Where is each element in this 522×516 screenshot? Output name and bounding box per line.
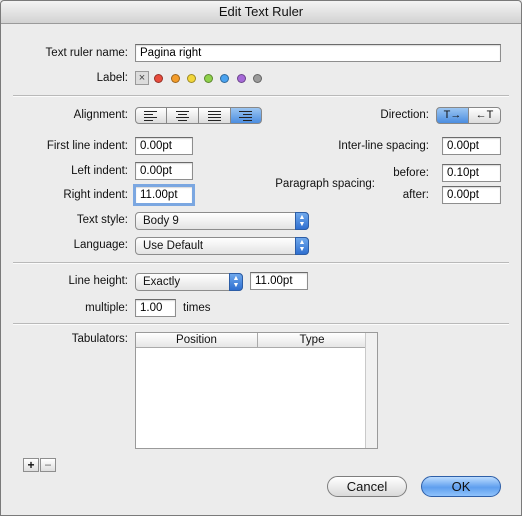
direction-rtl-button[interactable]: ←T [468,107,501,124]
spacing-after-field[interactable] [442,186,501,204]
align-right-button[interactable] [230,107,262,124]
align-left-button[interactable] [135,107,167,124]
align-center-icon [175,111,189,123]
label-color-dot[interactable] [253,74,262,83]
multiple-field[interactable] [135,299,176,317]
align-center-button[interactable] [166,107,199,124]
alignment-label: Alignment: [73,109,128,121]
window-title: Edit Text Ruler [1,1,521,24]
times-label: times [183,302,211,314]
divider [13,323,509,325]
table-header: Position Type [136,333,367,348]
align-justify-icon [207,111,221,123]
label-color-dot[interactable] [154,74,163,83]
language-label: Language: [73,239,128,251]
inter-line-spacing-label: Inter-line spacing: [338,140,429,152]
align-justify-button[interactable] [198,107,231,124]
multiple-label: multiple: [85,302,128,314]
no-label-icon[interactable]: × [135,71,149,85]
line-height-mode-popup[interactable]: Exactly ▲ ▼ [135,273,243,291]
popup-arrows-icon: ▲ ▼ [295,212,309,230]
divider [13,262,509,264]
label-color-dot[interactable] [220,74,229,83]
text-style-popup[interactable]: Body 9 ▲ ▼ [135,212,309,230]
popup-arrows-icon: ▲ ▼ [295,237,309,255]
spacing-before-field[interactable] [442,164,501,182]
first-line-indent-label: First line indent: [46,140,128,152]
align-left-icon [144,111,157,123]
ruler-name-input[interactable] [135,44,501,62]
tabulators-label: Tabulators: [71,333,128,345]
inter-line-spacing-field[interactable] [442,137,501,155]
label-color-dot[interactable] [203,74,213,83]
right-indent-label: Right indent: [63,189,128,201]
remove-tab-button[interactable]: − [40,458,56,472]
align-right-icon [239,111,252,123]
divider [13,95,509,97]
language-value: Use Default [143,240,204,252]
left-indent-field[interactable] [135,162,193,180]
text-style-value: Body 9 [143,215,179,227]
ok-button[interactable]: OK [421,476,501,497]
line-height-mode-value: Exactly [143,276,181,288]
left-indent-label: Left indent: [71,165,128,177]
direction-label: Direction: [380,109,429,121]
text-style-label: Text style: [76,214,128,226]
cancel-button[interactable]: Cancel [327,476,407,497]
edit-text-ruler-dialog: Edit Text Ruler Text ruler name: Label: … [0,0,522,516]
label-color-dot[interactable] [236,74,246,83]
first-line-indent-field[interactable] [135,137,193,155]
line-height-field[interactable] [250,272,308,290]
ruler-name-label: Text ruler name: [45,47,128,59]
direction-ltr-button[interactable]: T→ [436,107,469,124]
add-tab-button[interactable]: + [23,458,39,472]
language-popup[interactable]: Use Default ▲ ▼ [135,237,309,255]
column-type[interactable]: Type [258,333,367,347]
tabulators-table[interactable]: Position Type [135,332,378,449]
label-label: Label: [96,72,128,84]
label-color-dot[interactable] [187,74,196,83]
after-label: after: [402,189,429,201]
column-position[interactable]: Position [136,333,258,347]
line-height-label: Line height: [68,275,128,287]
label-color-dot[interactable] [170,74,180,83]
table-scrollbar[interactable] [365,333,377,448]
popup-arrows-icon: ▲ ▼ [229,273,243,291]
right-indent-field[interactable] [133,184,195,206]
